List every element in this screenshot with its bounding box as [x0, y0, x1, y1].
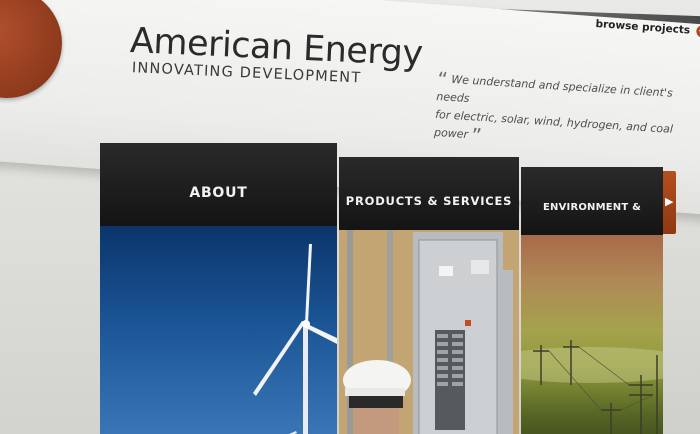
quote-line-2: for electric, solar, wind, hydrogen, and…: [433, 107, 674, 141]
nav-item-environment-society[interactable]: ENVIRONMENT & SOCIETY: [521, 167, 663, 295]
electrical-panel-photo: [339, 230, 519, 434]
plus-circle-icon: +: [696, 24, 700, 38]
nav-panel-about[interactable]: ABOUT: [100, 143, 337, 434]
header-quote: “ We understand and specialize in client…: [433, 67, 687, 158]
nav-next-button[interactable]: ▶: [663, 171, 676, 234]
wind-turbine-illustration: [253, 244, 337, 434]
nav-panel-environment[interactable]: ENVIRONMENT & SOCIETY: [521, 167, 663, 434]
close-quote-icon: ”: [470, 123, 483, 148]
nav-item-products-services[interactable]: PRODUCTS & SERVICES: [339, 157, 519, 230]
wind-turbine-photo: [100, 226, 337, 434]
left-gutter: [0, 130, 101, 434]
open-quote-icon: “: [436, 67, 449, 92]
power-lines-illustration: [521, 340, 663, 434]
nav-panel-products[interactable]: PRODUCTS & SERVICES: [339, 157, 519, 434]
power-lines-field-photo: [521, 235, 663, 434]
nav-item-about[interactable]: ABOUT: [100, 143, 337, 226]
electrical-panel-illustration: [339, 230, 519, 434]
arrow-right-icon: ▶: [665, 195, 674, 208]
page: AE American Energy INNOVATING DEVELOPMEN…: [0, 0, 700, 434]
